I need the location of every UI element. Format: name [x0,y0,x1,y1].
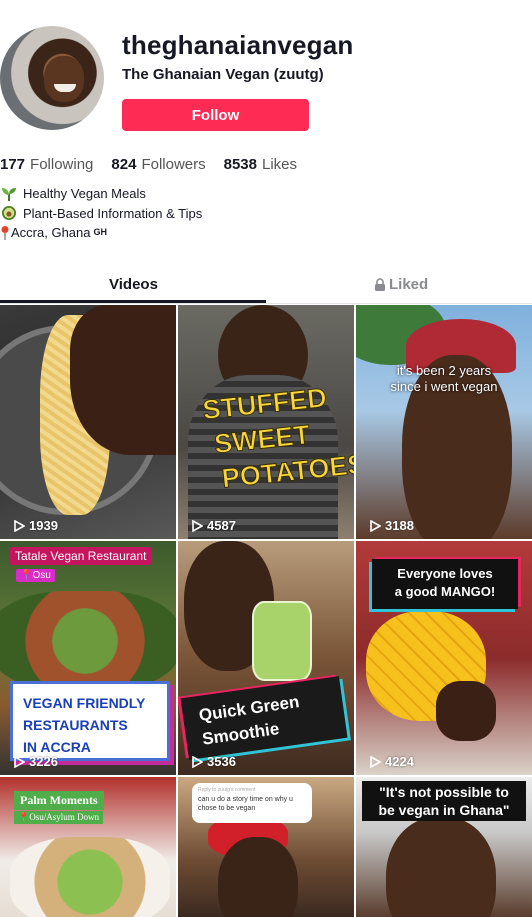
food-plate-image [10,837,170,917]
location-tag-label: Osu/Asylum Down [29,812,99,822]
view-count: 4587 [192,518,236,533]
following-count: 177 [0,156,26,173]
smoothie-glass-image [252,601,312,681]
seedling-icon [2,187,16,201]
avatar-face [44,56,84,102]
food-plate-image [0,591,176,691]
video-grid: 1939 STUFFED SWEET POTATOES 4587 it's be… [0,305,532,917]
reply-header: Reply to zuutg's comment [198,787,256,793]
view-count: 3226 [14,754,58,769]
person-face-image [218,837,298,917]
video-overlay-text: Everyone loves a good MANGO! [372,559,518,609]
stat-likes: 8538 Likes [224,156,297,173]
bio-line: Accra, Ghana GH [0,223,202,243]
view-count: 1939 [14,518,58,533]
overlay-line: since i went vegan [390,379,498,394]
lock-icon [375,278,385,291]
view-count-value: 1939 [29,518,58,533]
avocado-icon [2,206,16,221]
video-thumbnail[interactable]: Reply to zuutg's comment can u do a stor… [178,777,354,917]
active-tab-indicator [0,300,266,303]
overlay-line: a good MANGO! [394,584,496,599]
play-icon [370,755,381,768]
likes-count: 8538 [223,156,257,173]
bio-text-2: Plant-Based Information & Tips [23,205,203,221]
location-tag: 📍Osu [16,569,55,582]
video-thumbnail[interactable]: Palm Moments 📍Osu/Asylum Down [0,777,176,917]
view-count-value: 4224 [385,754,414,769]
profile-tabs: Videos Liked [0,268,532,304]
tab-liked-label: Liked [389,276,429,293]
overlay-line: VEGAN FRIENDLY [23,695,146,711]
overlay-line: RESTAURANTS [23,717,128,733]
play-icon [370,519,381,532]
person-face-image [386,817,496,917]
view-count-value: 3226 [29,754,58,769]
video-thumbnail[interactable]: "It's not possible to be vegan in Ghana" [356,777,532,917]
play-icon [14,755,25,768]
view-count-value: 4587 [207,518,236,533]
profile-username: theghanaianvegan [122,30,354,60]
following-label: Following [30,156,94,173]
profile-nickname: The Ghanaian Vegan (zuutg) [122,66,324,83]
play-icon [14,519,25,532]
profile-bio: Healthy Vegan Meals Plant-Based Informat… [0,184,202,243]
followers-count: 824 [111,156,137,173]
bio-line: Plant-Based Information & Tips [0,204,202,224]
view-count: 3188 [370,518,414,533]
stat-following[interactable]: 177 Following [0,156,93,173]
restaurant-tag: Tatale Vegan Restaurant [10,547,152,565]
video-thumbnail[interactable]: Quick Green Smoothie 3536 [178,541,354,775]
restaurant-tag: Palm Moments [14,791,104,810]
bio-text-3: Accra, Ghana [11,225,91,240]
video-thumbnail[interactable]: 1939 [0,305,176,539]
play-icon [192,755,203,768]
play-icon [192,519,203,532]
view-count: 4224 [370,754,414,769]
video-thumbnail[interactable]: Tatale Vegan Restaurant 📍Osu VEGAN FRIEN… [0,541,176,775]
followers-label: Followers [141,156,206,173]
view-count-value: 3188 [385,518,414,533]
video-thumbnail[interactable]: Everyone loves a good MANGO! 4224 [356,541,532,775]
overlay-line: it's been 2 years [396,363,492,378]
likes-label: Likes [262,156,298,173]
video-overlay-text: Quick Green Smoothie [180,676,348,760]
overlay-line: Everyone loves [397,566,493,581]
video-overlay-text: STUFFED SWEET POTATOES [201,377,354,498]
view-count-value: 3536 [207,754,236,769]
video-overlay-text: VEGAN FRIENDLY RESTAURANTS IN ACCRA [10,681,170,761]
overlay-line: "It's not possible to [379,784,509,800]
video-overlay-text: it's been 2 years since i went vegan [356,363,532,395]
view-count: 3536 [192,754,236,769]
bio-text-1: Healthy Vegan Meals [23,186,146,201]
follow-button[interactable]: Follow [122,99,309,131]
hand-image [436,681,496,741]
bio-line: Healthy Vegan Meals [0,184,202,204]
video-thumbnail[interactable]: STUFFED SWEET POTATOES 4587 [178,305,354,539]
video-thumbnail[interactable]: it's been 2 years since i went vegan 318… [356,305,532,539]
location-tag: 📍Osu/Asylum Down [14,811,103,824]
reply-comment-bubble: Reply to zuutg's comment can u do a stor… [192,783,312,823]
tab-videos[interactable]: Videos [109,276,158,293]
profile-avatar[interactable] [0,26,104,130]
location-tag-label: Osu [32,570,51,581]
stat-followers[interactable]: 824 Followers [111,156,205,173]
tab-liked[interactable]: Liked [374,276,428,293]
ghana-flag-label: GH [93,227,108,237]
reply-text: can u do a story time on why u chose to … [198,796,293,812]
overlay-line: be vegan in Ghana" [378,802,510,818]
video-overlay-text: "It's not possible to be vegan in Ghana" [362,781,526,821]
location-pin-icon [1,225,9,240]
profile-stats: 177 Following 824 Followers 8538 Likes [0,156,297,173]
